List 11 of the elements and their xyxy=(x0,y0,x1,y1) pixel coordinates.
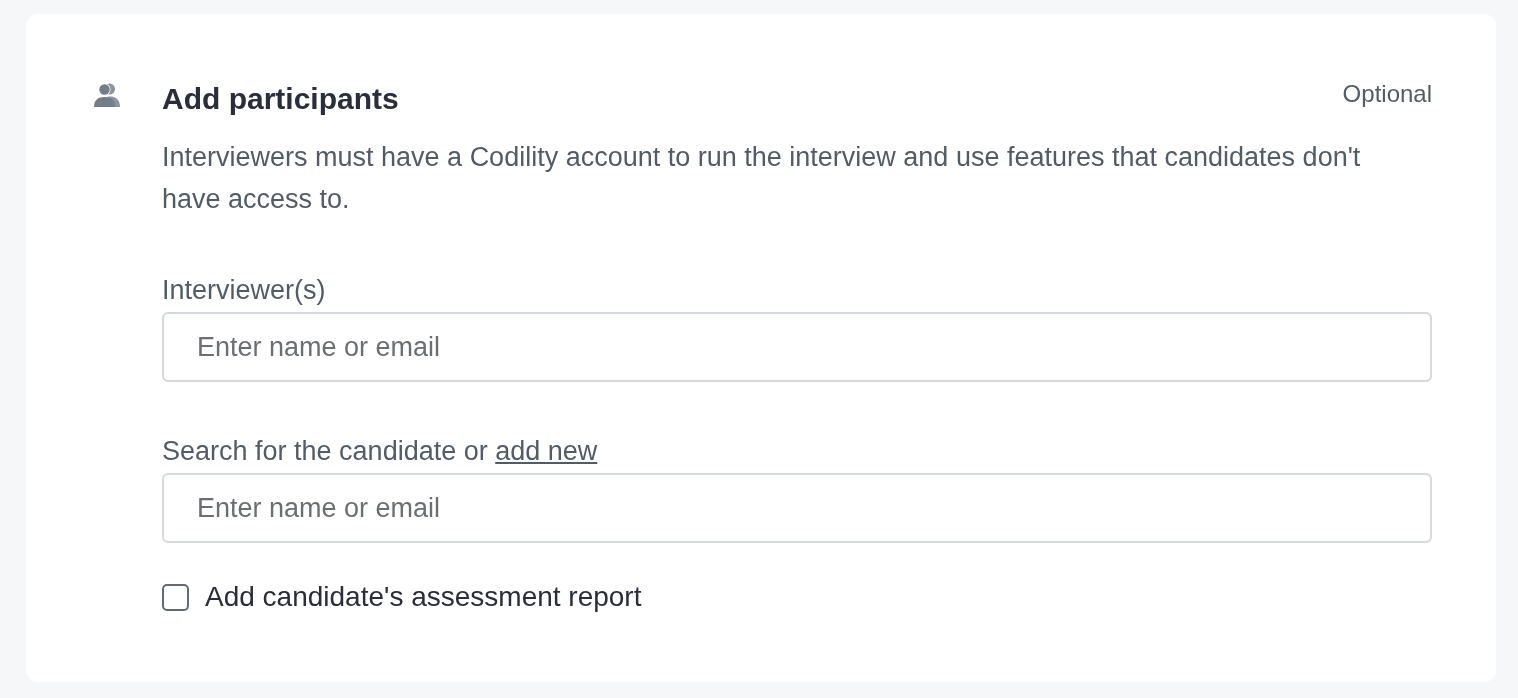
search-field[interactable]: Enter name or email xyxy=(162,473,1432,543)
people-icon xyxy=(94,83,120,108)
section-title: Add participants xyxy=(162,81,399,117)
checkbox-label: Add candidate's assessment report xyxy=(205,581,642,613)
optional-label: Optional xyxy=(1342,80,1432,108)
checkbox[interactable] xyxy=(162,583,189,611)
search-field[interactable]: Enter name or email xyxy=(162,312,1432,382)
field-label: Search for the candidate or add new xyxy=(162,435,599,467)
add-new-link[interactable]: add new xyxy=(495,436,598,466)
section-description: Interviewers must have a Codility account to run the interview and use features that candidates don't have access to. xyxy=(162,141,1362,216)
field-label: Interviewer(s) xyxy=(162,274,327,306)
